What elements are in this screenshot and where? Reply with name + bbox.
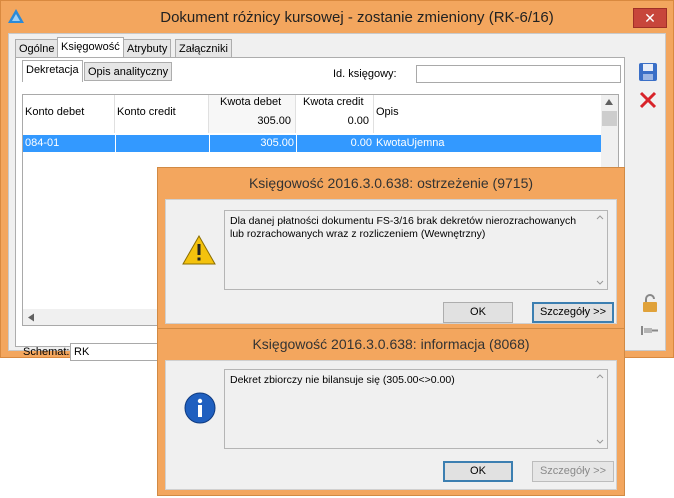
column-kwota-debet[interactable]: Kwota debet 305.00 <box>209 95 296 133</box>
unlock-icon[interactable] <box>639 292 661 314</box>
info-message: Dekret zbiorczy nie bilansuje się (305.0… <box>224 369 608 449</box>
details-button[interactable]: Szczegóły >> <box>532 302 614 323</box>
scroll-up-icon[interactable] <box>596 373 604 379</box>
tab-ogolne[interactable]: Ogólne <box>15 39 59 58</box>
ok-button[interactable]: OK <box>443 461 513 482</box>
column-konto-credit[interactable]: Konto credit <box>115 95 209 133</box>
scroll-up-icon[interactable] <box>596 214 604 220</box>
save-icon[interactable] <box>637 61 659 83</box>
tab-zalaczniki[interactable]: Załączniki <box>175 39 232 58</box>
tab-atrybuty[interactable]: Atrybuty <box>123 39 172 58</box>
ok-button[interactable]: OK <box>443 302 513 323</box>
scroll-left-icon[interactable] <box>27 313 35 322</box>
warning-dialog-title: Księgowość 2016.3.0.638: ostrzeżenie (97… <box>248 175 534 191</box>
id-ksiegowy-field[interactable] <box>416 65 621 83</box>
warning-dialog-body: Dla danej płatności dokumentu FS-3/16 br… <box>165 199 617 324</box>
message-scrollbar[interactable] <box>593 211 607 289</box>
window-title: Dokument różnicy kursowej - zostanie zmi… <box>160 9 554 26</box>
column-kwota-credit[interactable]: Kwota credit 0.00 <box>296 95 374 133</box>
subtab-opis-analityczny[interactable]: Opis analityczny <box>84 62 173 81</box>
schemat-label: Schemat: <box>23 346 70 358</box>
tab-ksiegowosc[interactable]: Księgowość <box>57 37 124 59</box>
info-dialog-body: Dekret zbiorczy nie bilansuje się (305.0… <box>165 360 617 490</box>
total-debet: 305.00 <box>257 115 291 127</box>
subtab-dekretacja[interactable]: Dekretacja <box>22 60 83 82</box>
column-konto-debet[interactable]: Konto debet <box>23 95 115 133</box>
title-bar[interactable]: Dokument różnicy kursowej - zostanie zmi… <box>1 1 673 33</box>
info-dialog-title: Księgowość 2016.3.0.638: informacja (806… <box>252 336 530 352</box>
schemat-field[interactable]: RK <box>70 343 170 361</box>
warning-icon <box>182 235 216 265</box>
warning-message: Dla danej płatności dokumentu FS-3/16 br… <box>224 210 608 290</box>
warning-dialog: Księgowość 2016.3.0.638: ostrzeżenie (97… <box>157 167 625 329</box>
table-row[interactable]: 084-01 305.00 0.00 KwotaUjemna <box>23 135 603 152</box>
total-credit: 0.00 <box>347 115 369 127</box>
scroll-up-icon[interactable] <box>604 98 614 106</box>
info-dialog: Księgowość 2016.3.0.638: informacja (806… <box>157 328 625 496</box>
scroll-thumb[interactable] <box>602 111 617 126</box>
close-button[interactable]: ✕ <box>633 8 667 28</box>
id-ksiegowy-label: Id. księgowy: <box>333 68 397 80</box>
details-button[interactable]: Szczegóły >> <box>532 461 614 482</box>
column-opis[interactable]: Opis <box>374 95 603 133</box>
message-scrollbar[interactable] <box>593 370 607 448</box>
scroll-down-icon[interactable] <box>596 280 604 286</box>
pin-icon[interactable] <box>639 319 661 341</box>
scroll-down-icon[interactable] <box>596 439 604 445</box>
info-icon <box>184 392 216 424</box>
delete-icon[interactable] <box>637 89 659 111</box>
